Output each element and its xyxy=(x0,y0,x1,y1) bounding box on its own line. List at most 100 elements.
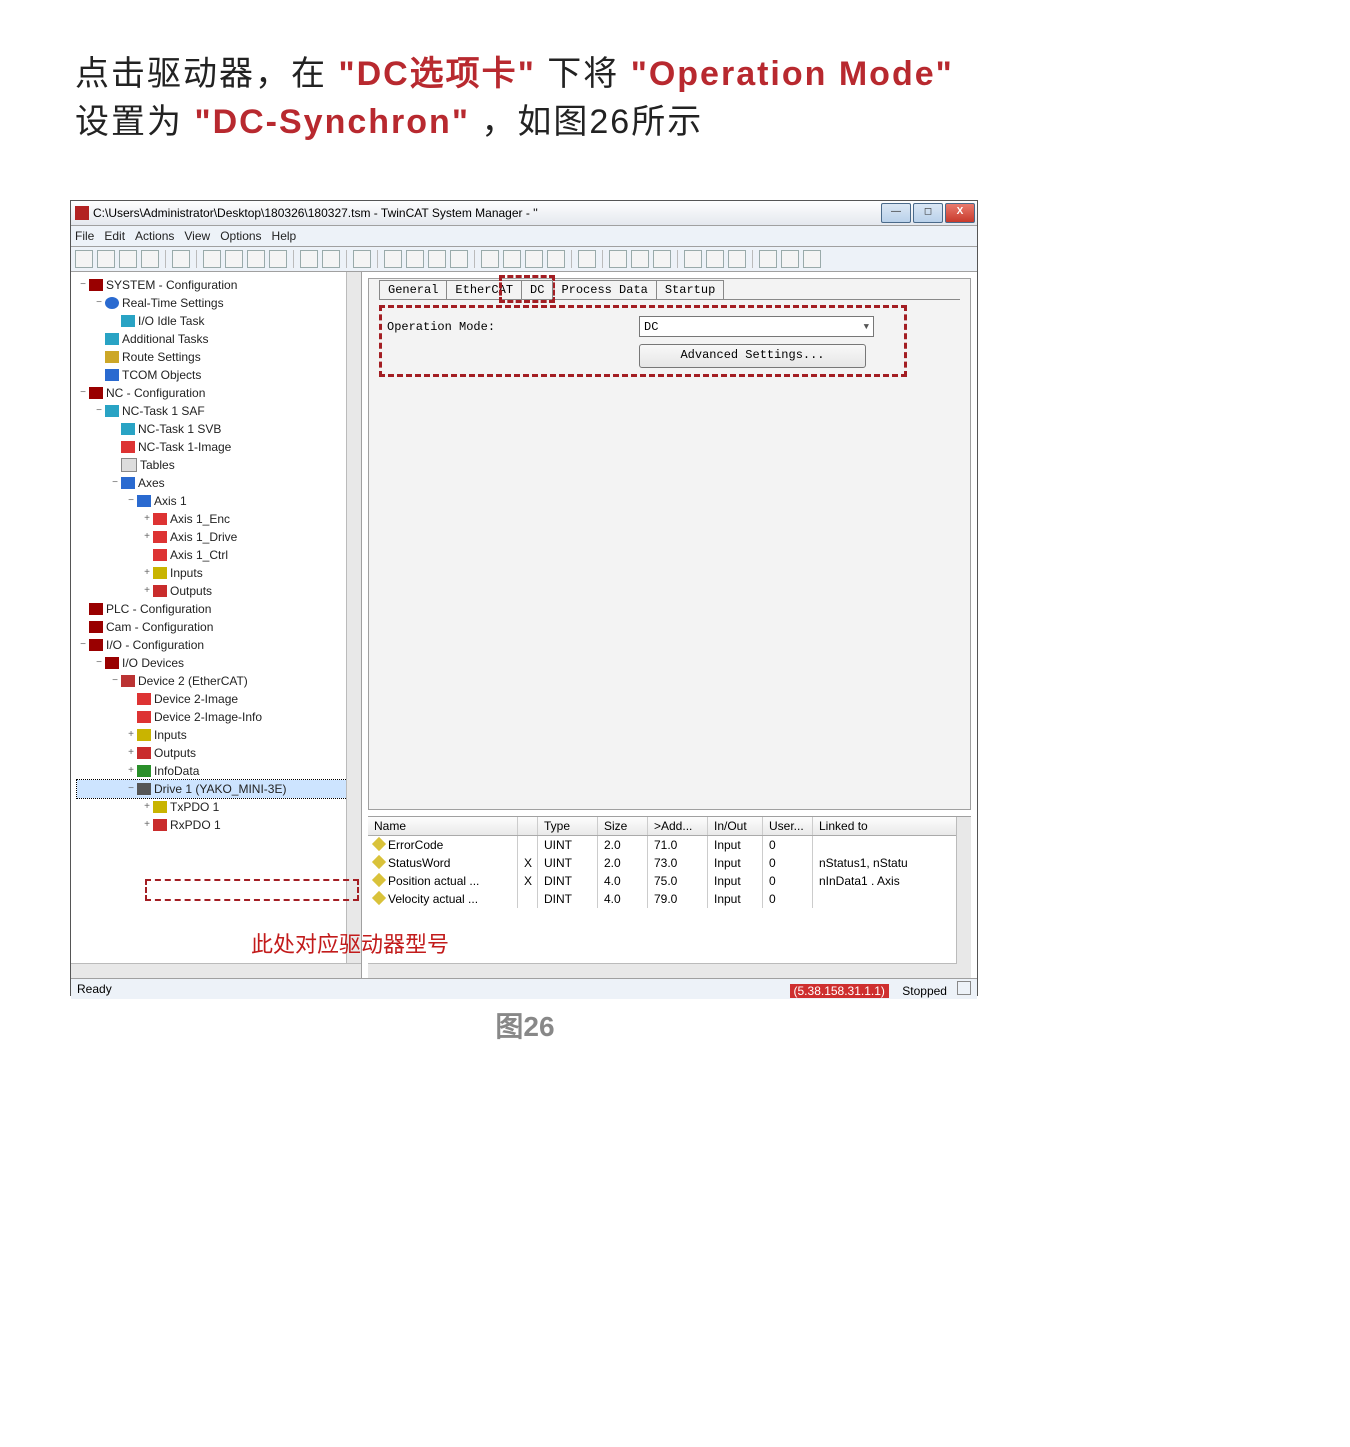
col-link[interactable]: Linked to xyxy=(813,817,971,835)
operation-mode-dropdown[interactable]: DC ▼ xyxy=(639,316,874,337)
tree-node[interactable]: Tables xyxy=(77,456,359,474)
tree-h-scrollbar[interactable] xyxy=(71,963,361,978)
tree-node[interactable]: Axis 1_Ctrl xyxy=(77,546,359,564)
col-io[interactable]: In/Out xyxy=(708,817,763,835)
paste-icon[interactable] xyxy=(247,250,265,268)
list-row[interactable]: StatusWordXUINT2.073.0Input0nStatus1, nS… xyxy=(368,854,971,872)
map-icon[interactable] xyxy=(609,250,627,268)
tree-node[interactable]: Additional Tasks xyxy=(77,330,359,348)
tree-node[interactable]: Cam - Configuration xyxy=(77,618,359,636)
col-name[interactable]: Name xyxy=(368,817,518,835)
link-icon[interactable] xyxy=(578,250,596,268)
tab-startup[interactable]: Startup xyxy=(656,280,724,299)
advanced-settings-button[interactable]: Advanced Settings... xyxy=(639,344,866,368)
tree-node[interactable]: −Drive 1 (YAKO_MINI-3E) xyxy=(77,780,359,798)
tree-icon xyxy=(105,333,119,345)
check-icon[interactable] xyxy=(406,250,424,268)
navigation-tree[interactable]: −SYSTEM - Configuration−Real-Time Settin… xyxy=(71,272,362,978)
scan-icon[interactable] xyxy=(481,250,499,268)
tree-node[interactable]: −SYSTEM - Configuration xyxy=(77,276,359,294)
tree-node[interactable]: +RxPDO 1 xyxy=(77,816,359,834)
menu-options[interactable]: Options xyxy=(220,229,261,243)
menu-actions[interactable]: Actions xyxy=(135,229,174,243)
tree-node[interactable]: Device 2-Image xyxy=(77,690,359,708)
list-row[interactable]: ErrorCodeUINT2.071.0Input0 xyxy=(368,836,971,854)
tree-node[interactable]: −NC-Task 1 SAF xyxy=(77,402,359,420)
open-icon[interactable] xyxy=(97,250,115,268)
col-add[interactable]: >Add... xyxy=(648,817,708,835)
tab-dc[interactable]: DC xyxy=(521,280,553,299)
tab-process-data[interactable]: Process Data xyxy=(552,280,656,299)
reload-icon[interactable] xyxy=(503,250,521,268)
tree-node[interactable]: Route Settings xyxy=(77,348,359,366)
tree-node[interactable]: −Device 2 (EtherCAT) xyxy=(77,672,359,690)
zoom-icon[interactable] xyxy=(631,250,649,268)
tree-node[interactable]: +InfoData xyxy=(77,762,359,780)
tree-node[interactable]: +Inputs xyxy=(77,726,359,744)
help1-icon[interactable] xyxy=(759,250,777,268)
tree-node[interactable]: +Outputs xyxy=(77,744,359,762)
new-icon[interactable] xyxy=(75,250,93,268)
tree-node[interactable]: NC-Task 1 SVB xyxy=(77,420,359,438)
col-type[interactable]: Type xyxy=(538,817,598,835)
tree-scrollbar[interactable] xyxy=(346,272,361,964)
tree-node[interactable]: I/O Idle Task xyxy=(77,312,359,330)
config-icon[interactable] xyxy=(384,250,402,268)
tree-node[interactable]: +Axis 1_Drive xyxy=(77,528,359,546)
print-icon[interactable] xyxy=(172,250,190,268)
tree-node[interactable]: Device 2-Image-Info xyxy=(77,708,359,726)
tree-label: Axis 1_Enc xyxy=(170,510,230,528)
help2-icon[interactable] xyxy=(781,250,799,268)
tree-node[interactable]: +Axis 1_Enc xyxy=(77,510,359,528)
cut-icon[interactable] xyxy=(203,250,221,268)
nav1-icon[interactable] xyxy=(706,250,724,268)
minimize-button[interactable]: — xyxy=(881,203,911,223)
restart-icon[interactable] xyxy=(450,250,468,268)
tree-node[interactable]: −I/O Devices xyxy=(77,654,359,672)
save-icon[interactable] xyxy=(119,250,137,268)
tools-icon[interactable] xyxy=(525,250,543,268)
col-x[interactable] xyxy=(518,817,538,835)
activate-icon[interactable] xyxy=(428,250,446,268)
monitor-icon[interactable] xyxy=(353,250,371,268)
tree-node[interactable]: +Inputs xyxy=(77,564,359,582)
col-size[interactable]: Size xyxy=(598,817,648,835)
list-h-scrollbar[interactable] xyxy=(368,963,957,978)
list-row[interactable]: Position actual ...XDINT4.075.0Input0nIn… xyxy=(368,872,971,890)
menu-help[interactable]: Help xyxy=(272,229,297,243)
target-icon[interactable] xyxy=(547,250,565,268)
close-button[interactable]: X xyxy=(945,203,975,223)
tree-node[interactable]: −Axes xyxy=(77,474,359,492)
find-icon[interactable] xyxy=(300,250,318,268)
glasses-icon[interactable] xyxy=(684,250,702,268)
nav2-icon[interactable] xyxy=(728,250,746,268)
find-next-icon[interactable] xyxy=(322,250,340,268)
menu-file[interactable]: File xyxy=(75,229,94,243)
list-scrollbar[interactable] xyxy=(956,817,971,978)
tree-node[interactable]: PLC - Configuration xyxy=(77,600,359,618)
view1-icon[interactable] xyxy=(653,250,671,268)
col-user[interactable]: User... xyxy=(763,817,813,835)
help3-icon[interactable] xyxy=(803,250,821,268)
tree-node[interactable]: TCOM Objects xyxy=(77,366,359,384)
tree-label: Cam - Configuration xyxy=(106,618,213,636)
list-row[interactable]: Velocity actual ...DINT4.079.0Input0 xyxy=(368,890,971,908)
tree-node[interactable]: NC-Task 1-Image xyxy=(77,438,359,456)
menu-edit[interactable]: Edit xyxy=(104,229,125,243)
menu-view[interactable]: View xyxy=(184,229,210,243)
tab-ethercat[interactable]: EtherCAT xyxy=(446,280,522,299)
instruction-text: 点击驱动器，在 "DC选项卡" 下将 "Operation Mode" 设置为 … xyxy=(75,50,1275,146)
tree-node[interactable]: −Real-Time Settings xyxy=(77,294,359,312)
tree-node[interactable]: +Outputs xyxy=(77,582,359,600)
save-all-icon[interactable] xyxy=(141,250,159,268)
tree-node[interactable]: −NC - Configuration xyxy=(77,384,359,402)
delete-icon[interactable] xyxy=(269,250,287,268)
tree-node[interactable]: −I/O - Configuration xyxy=(77,636,359,654)
maximize-button[interactable]: ◻ xyxy=(913,203,943,223)
tree-icon xyxy=(121,458,137,472)
tree-label: NC-Task 1-Image xyxy=(138,438,231,456)
tree-node[interactable]: −Axis 1 xyxy=(77,492,359,510)
tab-general[interactable]: General xyxy=(379,280,447,299)
tree-node[interactable]: +TxPDO 1 xyxy=(77,798,359,816)
copy-icon[interactable] xyxy=(225,250,243,268)
